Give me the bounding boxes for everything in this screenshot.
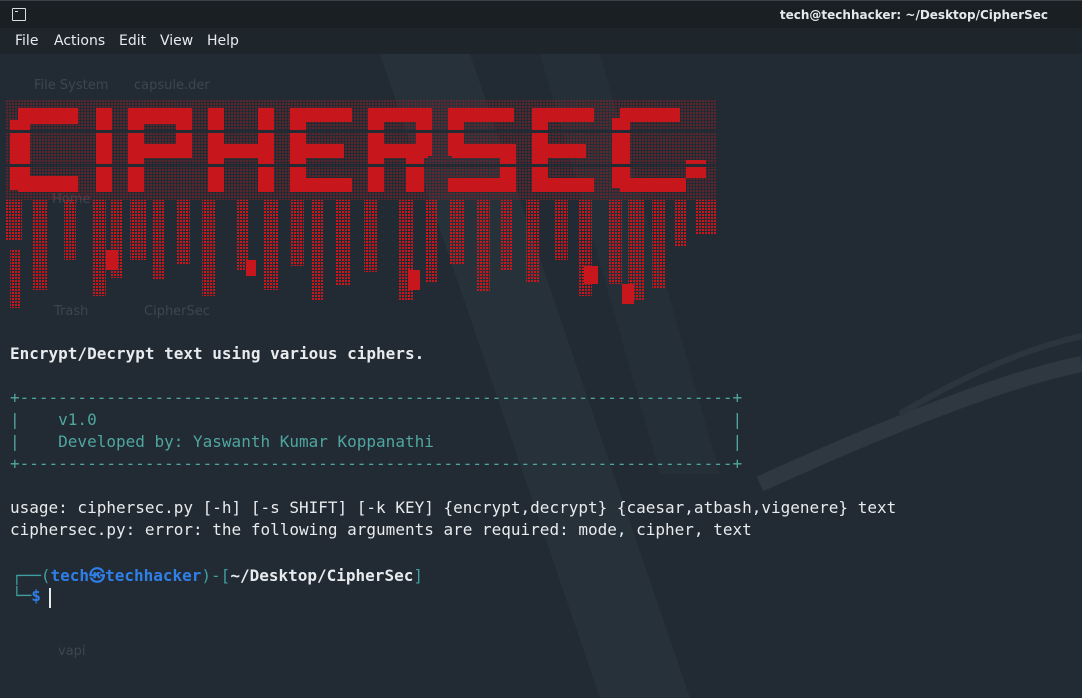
info-box-version: | v1.0 | (10, 410, 743, 429)
prompt-at-icon: ㉿ (89, 566, 106, 585)
prompt-line-2: └─$ (12, 586, 41, 605)
prompt-corner-bottom: └─ (12, 586, 32, 605)
title-bar: tech@techhacker: ~/Desktop/CipherSec (0, 0, 1082, 29)
prompt-dollar: $ (31, 586, 41, 605)
prompt-mid: )-[ (201, 566, 231, 585)
text-cursor (49, 588, 51, 608)
menu-edit[interactable]: Edit (119, 33, 146, 49)
terminal-icon[interactable] (12, 8, 26, 21)
prompt-path: ~/Desktop/CipherSec (230, 566, 414, 585)
prompt-corner-top: ┌──( (12, 566, 51, 585)
desktop-icon-vapi: vapi (58, 644, 86, 659)
desktop-icon-file-system: File System (34, 78, 109, 93)
info-box-author: | Developed by: Yaswanth Kumar Koppanath… (10, 432, 743, 451)
menu-help[interactable]: Help (207, 33, 239, 49)
ciphersec-ascii-banner (6, 100, 716, 308)
menu-file[interactable]: File (15, 33, 38, 49)
tool-tagline: Encrypt/Decrypt text using various ciphe… (10, 344, 425, 363)
menu-view[interactable]: View (160, 33, 193, 49)
prompt-line-1: ┌──(tech㉿techhacker)-[~/Desktop/CipherSe… (12, 562, 423, 586)
prompt-host: techhacker (105, 566, 202, 585)
menu-actions[interactable]: Actions (54, 33, 105, 49)
terminal-area[interactable]: File System capsule.der Home Trash Ciphe… (0, 54, 1082, 698)
usage-line: usage: ciphersec.py [-h] [-s SHIFT] [-k … (10, 498, 897, 517)
info-box-bottom-border: +---------------------------------------… (10, 454, 743, 473)
error-line: ciphersec.py: error: the following argum… (10, 520, 752, 539)
desktop-icon-capsule: capsule.der (134, 78, 210, 93)
menu-bar: File Actions Edit View Help (0, 28, 1082, 54)
prompt-end: ] (413, 566, 423, 585)
prompt-user: tech (50, 566, 90, 585)
window-title: tech@techhacker: ~/Desktop/CipherSec (779, 8, 1048, 22)
info-box-top-border: +---------------------------------------… (10, 388, 743, 407)
